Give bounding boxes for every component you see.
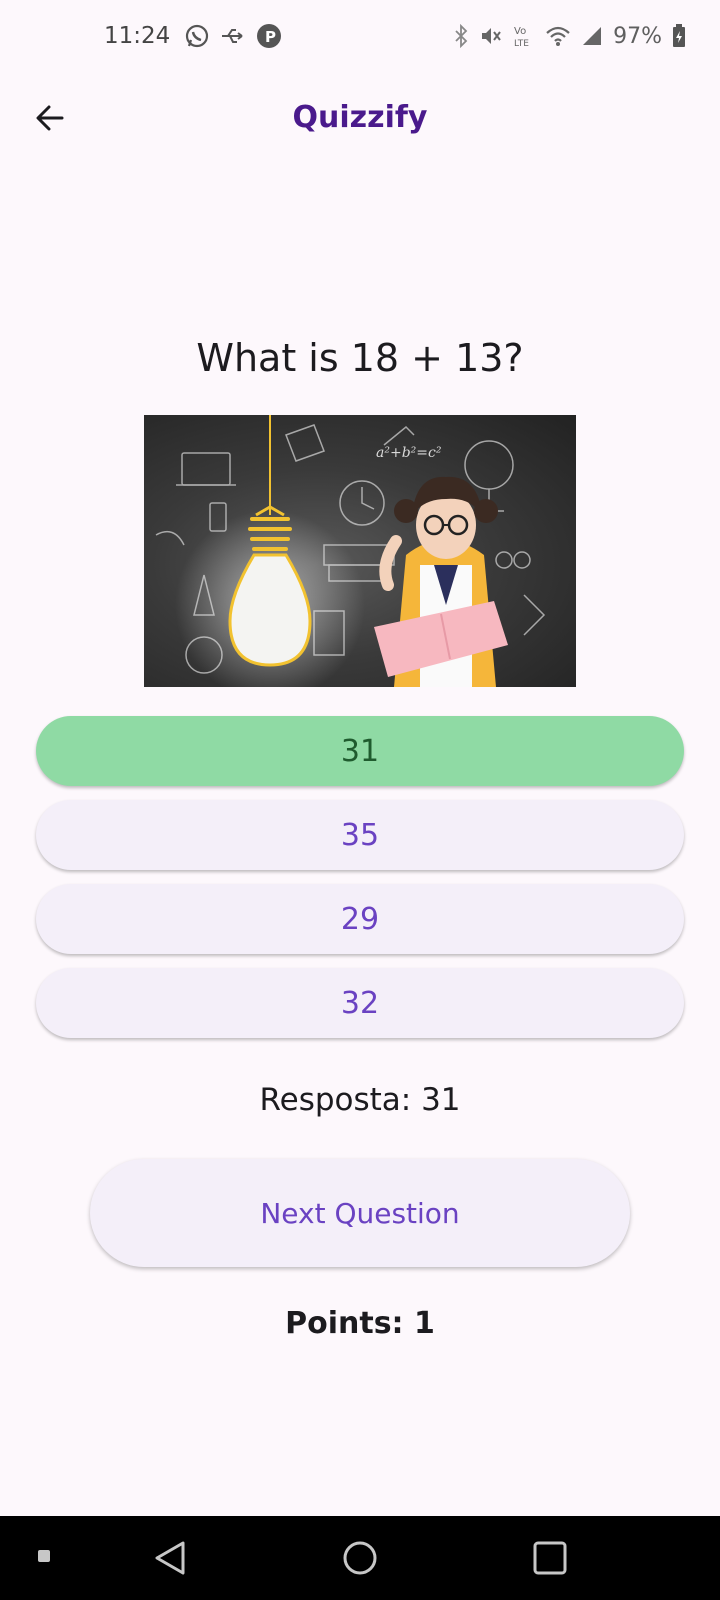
svg-text:LTE: LTE <box>514 39 529 48</box>
answer-option[interactable]: 31 <box>36 716 684 786</box>
parking-icon: P <box>256 23 282 49</box>
question-image: a²+b²=c² <box>144 415 576 687</box>
home-circle-icon[interactable] <box>336 1534 384 1582</box>
status-left: 11:24 P <box>104 23 282 49</box>
points-text: Points: 1 <box>285 1306 435 1341</box>
status-time: 11:24 <box>104 23 171 49</box>
question-text: What is 18 + 13? <box>196 336 524 380</box>
volte-icon: Vo LTE <box>513 24 535 48</box>
answer-label: 29 <box>340 901 380 937</box>
status-bar: 11:24 P Vo LTE 97% <box>0 0 720 72</box>
svg-text:Vo: Vo <box>514 26 526 37</box>
next-question-button[interactable]: Next Question <box>90 1159 630 1267</box>
answer-label: 31 <box>340 733 380 769</box>
status-right: Vo LTE 97% <box>453 24 686 49</box>
battery-percent: 97% <box>613 23 662 49</box>
whatsapp-icon <box>184 23 210 49</box>
answer-option[interactable]: 29 <box>36 884 684 954</box>
system-nav-bar <box>0 1516 720 1600</box>
back-triangle-icon[interactable] <box>146 1534 194 1582</box>
signal-icon <box>581 25 603 47</box>
recents-dot-icon[interactable] <box>36 1544 52 1568</box>
mute-icon <box>479 24 503 48</box>
usb-icon <box>220 25 246 47</box>
answer-label: 35 <box>340 817 380 853</box>
battery-icon <box>672 24 686 48</box>
next-question-label: Next Question <box>260 1196 460 1230</box>
answer-result: Resposta: 31 <box>259 1082 461 1118</box>
bluetooth-icon <box>453 24 469 48</box>
svg-text:a²+b²=c²: a²+b²=c² <box>376 445 442 461</box>
app-title: Quizzify <box>292 100 428 135</box>
wifi-icon <box>545 25 571 47</box>
answer-option[interactable]: 32 <box>36 968 684 1038</box>
answer-option[interactable]: 35 <box>36 800 684 870</box>
answer-label: 32 <box>340 985 380 1021</box>
overview-square-icon[interactable] <box>526 1534 574 1582</box>
svg-text:P: P <box>265 28 276 46</box>
app-bar: Quizzify <box>0 88 720 152</box>
quiz-screen: 11:24 P Vo LTE 97% Quizzify What is 18 +… <box>0 0 720 1600</box>
